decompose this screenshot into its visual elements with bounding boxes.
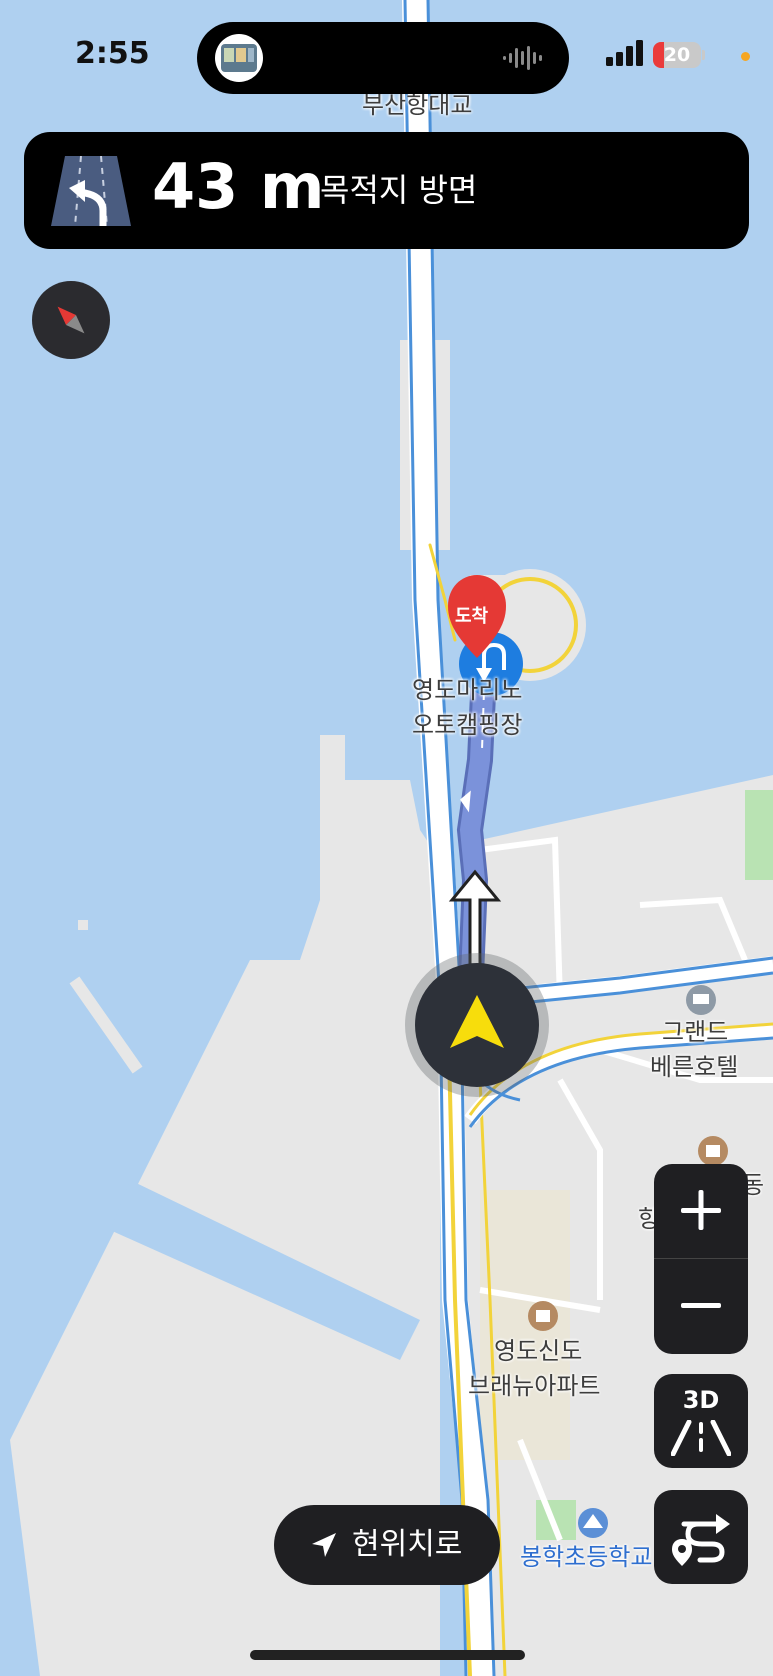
battery-icon: 20 (653, 42, 701, 68)
school-label: 봉학초등학교 (520, 1543, 653, 1571)
apartment-label-line1: 영도신도 (494, 1337, 583, 1365)
status-time: 2:55 (75, 36, 150, 71)
compass-button[interactable] (32, 281, 110, 359)
campsite-label-line2: 오토캠핑장 (412, 711, 523, 739)
maneuver-direction: 목적지 방면 (320, 171, 478, 209)
now-playing-artwork (215, 34, 263, 82)
recenter-button[interactable]: 현위치로 (274, 1505, 500, 1585)
destination-pin-label: 도착 (455, 606, 489, 627)
route-overview-button[interactable] (654, 1490, 748, 1584)
cellular-signal-icon (606, 40, 643, 66)
lane-guidance-icon (51, 156, 131, 226)
privacy-indicator-dot (741, 52, 750, 61)
3d-label: 3D (682, 1386, 720, 1414)
compass-icon (57, 306, 85, 334)
home-indicator[interactable] (250, 1650, 525, 1660)
apartment-label-line2: 브래뉴아파트 (468, 1372, 601, 1400)
3d-toggle-button[interactable]: 3D (654, 1374, 748, 1468)
battery-level: 20 (663, 44, 691, 66)
recenter-label: 현위치로 (352, 1527, 463, 1562)
dynamic-island[interactable] (197, 22, 569, 94)
campsite-label-line1: 영도마리노 (412, 676, 523, 704)
navigation-banner[interactable]: 43 m 목적지 방면 (24, 132, 749, 249)
zoom-in-button[interactable] (654, 1164, 748, 1258)
maneuver-distance: 43 m (152, 150, 325, 223)
road-perspective-icon (671, 1420, 731, 1456)
location-arrow-icon (312, 1533, 336, 1557)
hotel-label-line1: 그랜드 (662, 1018, 729, 1046)
hotel-label-line2: 베른호텔 (650, 1053, 739, 1081)
bridge-label: 부산항대교 (362, 91, 473, 119)
zoom-controls (654, 1164, 748, 1354)
zoom-out-button[interactable] (654, 1259, 748, 1353)
route-overview-icon (672, 1514, 730, 1566)
audio-waveform-icon (503, 46, 542, 70)
